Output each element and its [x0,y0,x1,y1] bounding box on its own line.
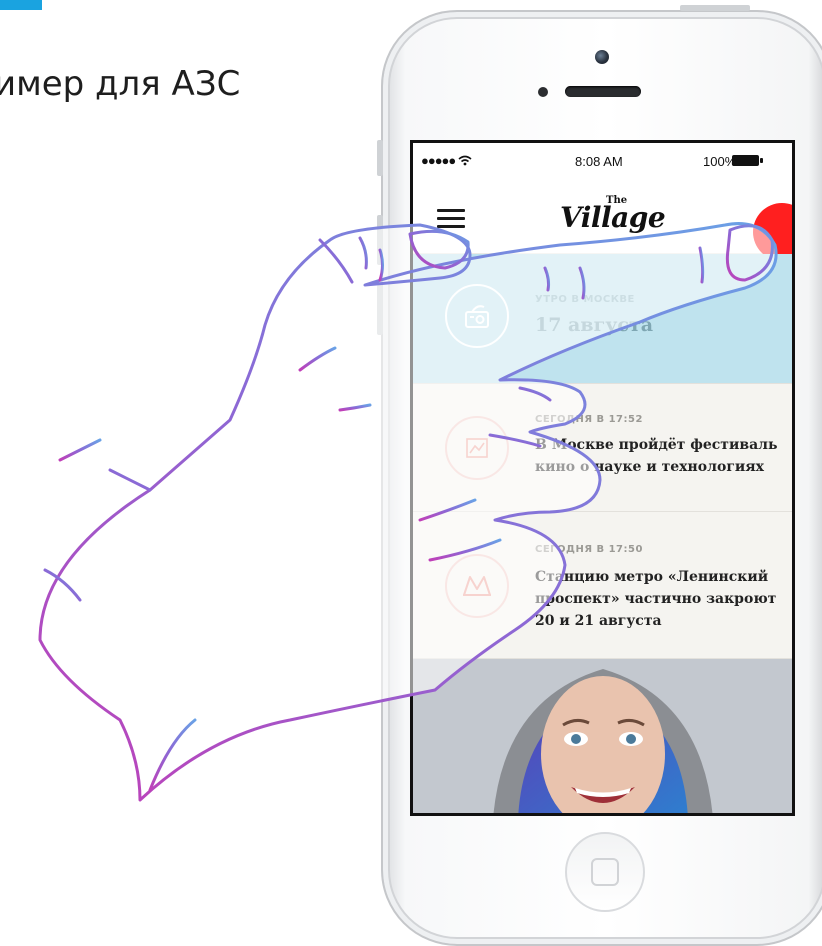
app-view: ●●●●● 8:08 AM 100% The Village УТРО В МО… [413,143,792,813]
proximity-sensor [538,87,548,97]
picture-icon [445,416,509,480]
radio-icon [445,284,509,348]
volume-up-button [377,215,383,265]
hamburger-menu-icon[interactable] [437,209,465,231]
feed-item[interactable]: Сегодня в 17:52 В Москве пройдёт фестива… [413,384,792,512]
feed-item[interactable]: Утро в Москве 17 августа [413,254,792,384]
notification-button[interactable] [753,203,792,261]
hero-photo-illustration [413,659,792,813]
app-header: The Village [413,181,792,261]
page-heading: имер для АЗС [0,64,241,104]
wifi-icon [458,155,472,166]
battery-icon [732,155,763,166]
feed-item-title: В Москве пройдёт фестиваль кино о науке … [535,437,778,475]
status-bar: ●●●●● 8:08 AM 100% [413,143,792,181]
volume-down-button [377,285,383,335]
mute-switch [377,140,383,176]
hero-photo[interactable] [413,659,792,813]
app-logo[interactable]: The Village [560,195,666,234]
home-button-square-icon [591,858,619,886]
corner-accent [0,0,42,10]
signal-dots: ●●●●● [421,153,458,168]
signal-strength-icon: ●●●●● [421,153,472,168]
phone-screen: ●●●●● 8:08 AM 100% The Village УТРО В МО… [410,140,795,816]
logo-the: The [606,195,628,206]
feed-item-meta: Сегодня в 17:52 [535,414,643,425]
feed-item-meta: Утро в Москве [535,294,635,305]
feed-item-title: Станцию метро «Ленинский проспект» части… [535,569,777,629]
status-time: 8:08 AM [575,154,623,169]
feed-item-meta: Сегодня в 17:50 [535,544,643,555]
feed-item-title: 17 августа [535,314,654,336]
front-camera [595,50,609,64]
metro-icon [445,554,509,618]
earpiece-speaker [565,86,641,97]
feed-item[interactable]: Сегодня в 17:50 Станцию метро «Ленинский… [413,512,792,659]
power-button [680,5,750,11]
